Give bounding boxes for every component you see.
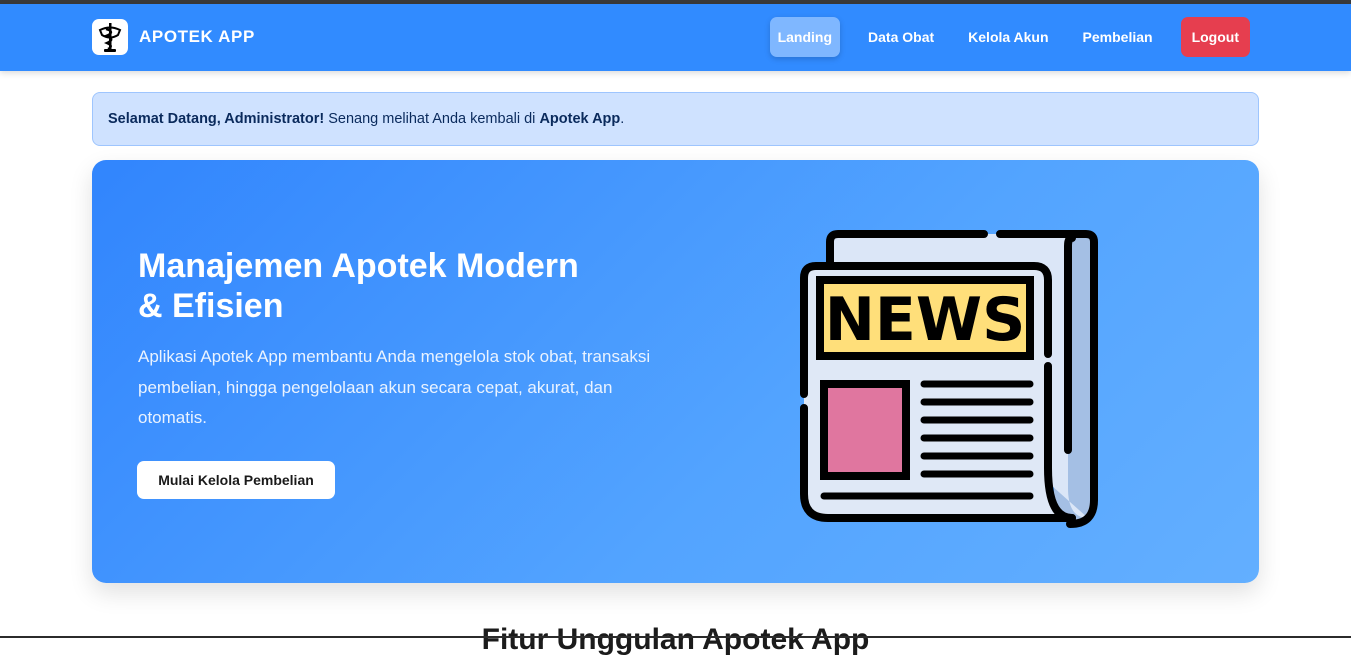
hero-title: Manajemen Apotek Modern & Efisien xyxy=(138,246,658,326)
alert-greeting: Selamat Datang, Administrator! xyxy=(108,111,325,127)
nav-data-obat[interactable]: Data Obat xyxy=(852,17,950,57)
newspaper-headline: NEWS xyxy=(825,285,1026,355)
navbar: APOTEK APP Landing Data Obat Kelola Akun… xyxy=(0,4,1351,71)
hero-description: Aplikasi Apotek App membantu Anda mengel… xyxy=(138,347,651,427)
nav-pembelian[interactable]: Pembelian xyxy=(1067,17,1169,57)
logout-button[interactable]: Logout xyxy=(1180,17,1250,57)
nav-kelola-akun[interactable]: Kelola Akun xyxy=(952,17,1064,57)
main-nav: Landing Data Obat Kelola Akun Pembelian … xyxy=(769,17,1250,57)
brand-title: APOTEK APP xyxy=(139,26,255,46)
start-purchase-button[interactable]: Mulai Kelola Pembelian xyxy=(137,461,335,499)
features-heading: Fitur Unggulan Apotek App xyxy=(481,623,870,656)
welcome-alert: Selamat Datang, Administrator! Senang me… xyxy=(92,92,1259,146)
nav-landing[interactable]: Landing xyxy=(769,17,841,57)
alert-suffix: . xyxy=(620,111,625,127)
alert-message: Senang melihat Anda kembali di xyxy=(324,111,540,127)
alert-app-name: Apotek App xyxy=(539,111,621,127)
hero-title-line1: Manajemen Apotek Modern xyxy=(138,247,579,285)
newspaper-icon: NEWS xyxy=(798,218,1104,533)
alert-text: Selamat Datang, Administrator! Senang me… xyxy=(108,111,624,127)
hero-section: Manajemen Apotek Modern & Efisien Aplika… xyxy=(92,160,1259,583)
hero-title-line2: & Efisien xyxy=(138,287,284,325)
pharmacy-logo-icon xyxy=(92,18,128,55)
brand[interactable]: APOTEK APP xyxy=(92,18,255,55)
